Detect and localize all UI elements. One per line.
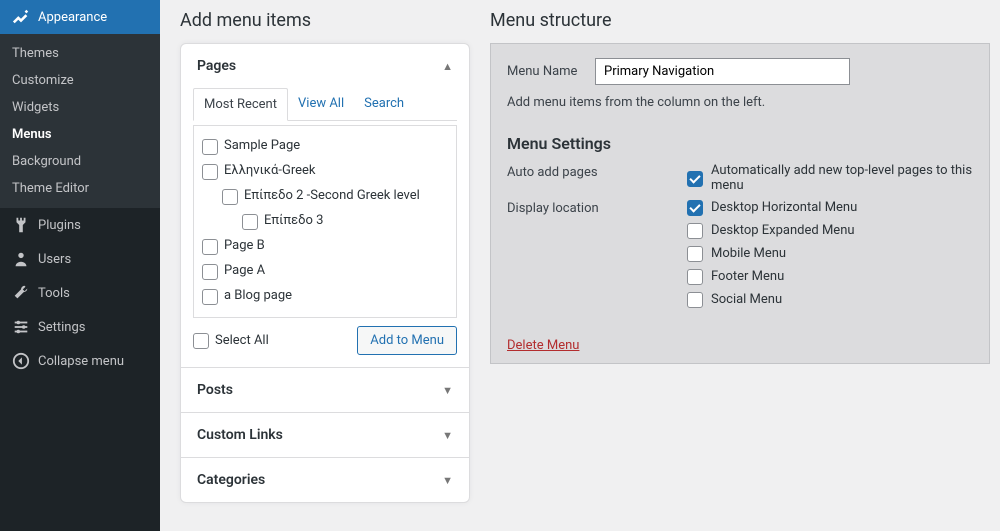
sidebar-item-label: Plugins (38, 218, 81, 233)
location-option[interactable]: Desktop Horizontal Menu (687, 199, 857, 216)
accordion-title: Posts (197, 382, 233, 398)
sidebar-sub-themes[interactable]: Themes (0, 40, 160, 67)
admin-sidebar: Appearance Themes Customize Widgets Menu… (0, 0, 160, 531)
page-item: Sample Page (202, 134, 448, 159)
sidebar-active-label: Appearance (38, 10, 107, 25)
checkbox[interactable] (687, 171, 703, 187)
add-items-heading: Add menu items (180, 10, 470, 31)
checkbox[interactable] (202, 289, 218, 305)
sidebar-item-plugins[interactable]: Plugins (0, 208, 160, 242)
appearance-icon (12, 8, 30, 26)
accordion-title: Pages (197, 58, 236, 74)
accordion-panel: Pages ▲ Most Recent View All Search Samp… (180, 43, 470, 503)
location-option[interactable]: Mobile Menu (687, 245, 857, 262)
location-option[interactable]: Footer Menu (687, 268, 857, 285)
page-item: Επίπεδο 2 -Second Greek level (202, 184, 448, 209)
chevron-down-icon: ▼ (442, 384, 453, 397)
auto-add-label: Auto add pages (507, 163, 687, 193)
checkbox[interactable] (222, 189, 238, 205)
page-item: a Blog page (202, 284, 448, 309)
tab-view-all[interactable]: View All (288, 88, 354, 120)
checkbox[interactable] (193, 333, 209, 349)
location-option[interactable]: Desktop Expanded Menu (687, 222, 857, 239)
page-item: Επίπεδο 3 (202, 209, 448, 234)
accordion-title: Categories (197, 472, 265, 488)
accordion-categories[interactable]: Categories ▼ (181, 457, 469, 502)
auto-add-option[interactable]: Automatically add new top-level pages to… (687, 163, 973, 193)
chevron-down-icon: ▼ (442, 429, 453, 442)
sidebar-item-label: Users (38, 252, 71, 267)
menu-name-label: Menu Name (507, 64, 595, 79)
tools-icon (12, 284, 30, 302)
sidebar-item-label: Tools (38, 286, 70, 301)
sidebar-active-appearance[interactable]: Appearance (0, 0, 160, 34)
checkbox[interactable] (687, 200, 703, 216)
sidebar-item-label: Collapse menu (38, 354, 124, 369)
structure-hint: Add menu items from the column on the le… (507, 95, 973, 110)
page-item: Ελληνικά-Greek (202, 159, 448, 184)
accordion-title: Custom Links (197, 427, 283, 443)
checkbox[interactable] (687, 223, 703, 239)
checkbox[interactable] (687, 269, 703, 285)
collapse-icon (12, 352, 30, 370)
users-icon (12, 250, 30, 268)
checkbox[interactable] (687, 292, 703, 308)
sidebar-sub-background[interactable]: Background (0, 148, 160, 175)
tab-search[interactable]: Search (354, 88, 414, 120)
settings-icon (12, 318, 30, 336)
tab-most-recent[interactable]: Most Recent (193, 88, 288, 121)
sidebar-sub-customize[interactable]: Customize (0, 67, 160, 94)
sidebar-item-label: Settings (38, 320, 85, 335)
page-item: Page A (202, 259, 448, 284)
checkbox[interactable] (202, 164, 218, 180)
sidebar-sub-menus[interactable]: Menus (0, 121, 160, 148)
sidebar-sub-theme-editor[interactable]: Theme Editor (0, 175, 160, 202)
location-option[interactable]: Social Menu (687, 291, 857, 308)
sidebar-sub-widgets[interactable]: Widgets (0, 94, 160, 121)
checkbox[interactable] (687, 246, 703, 262)
accordion-pages[interactable]: Pages ▲ (181, 44, 469, 88)
sidebar-item-settings[interactable]: Settings (0, 310, 160, 344)
add-to-menu-button[interactable]: Add to Menu (357, 326, 457, 355)
sidebar-item-users[interactable]: Users (0, 242, 160, 276)
checkbox[interactable] (202, 264, 218, 280)
menu-name-input[interactable] (595, 58, 850, 85)
sidebar-submenu: Themes Customize Widgets Menus Backgroun… (0, 34, 160, 208)
sidebar-item-tools[interactable]: Tools (0, 276, 160, 310)
display-location-label: Display location (507, 199, 687, 308)
page-item: Page B (202, 234, 448, 259)
select-all[interactable]: Select All (193, 326, 269, 355)
plugin-icon (12, 216, 30, 234)
checkbox[interactable] (202, 239, 218, 255)
menu-structure-box: Menu Name Add menu items from the column… (490, 43, 990, 364)
delete-menu-link[interactable]: Delete Menu (507, 338, 579, 353)
accordion-custom-links[interactable]: Custom Links ▼ (181, 412, 469, 457)
menu-settings-heading: Menu Settings (507, 134, 973, 153)
sidebar-item-collapse[interactable]: Collapse menu (0, 344, 160, 378)
checkbox[interactable] (202, 139, 218, 155)
pages-list: Sample Page Ελληνικά-Greek Επίπεδο 2 -Se… (193, 125, 457, 318)
accordion-posts[interactable]: Posts ▼ (181, 367, 469, 412)
pages-tabs: Most Recent View All Search (193, 88, 457, 121)
chevron-up-icon: ▲ (442, 60, 453, 73)
menu-structure-heading: Menu structure (490, 10, 990, 31)
checkbox[interactable] (242, 214, 258, 230)
chevron-down-icon: ▼ (442, 474, 453, 487)
